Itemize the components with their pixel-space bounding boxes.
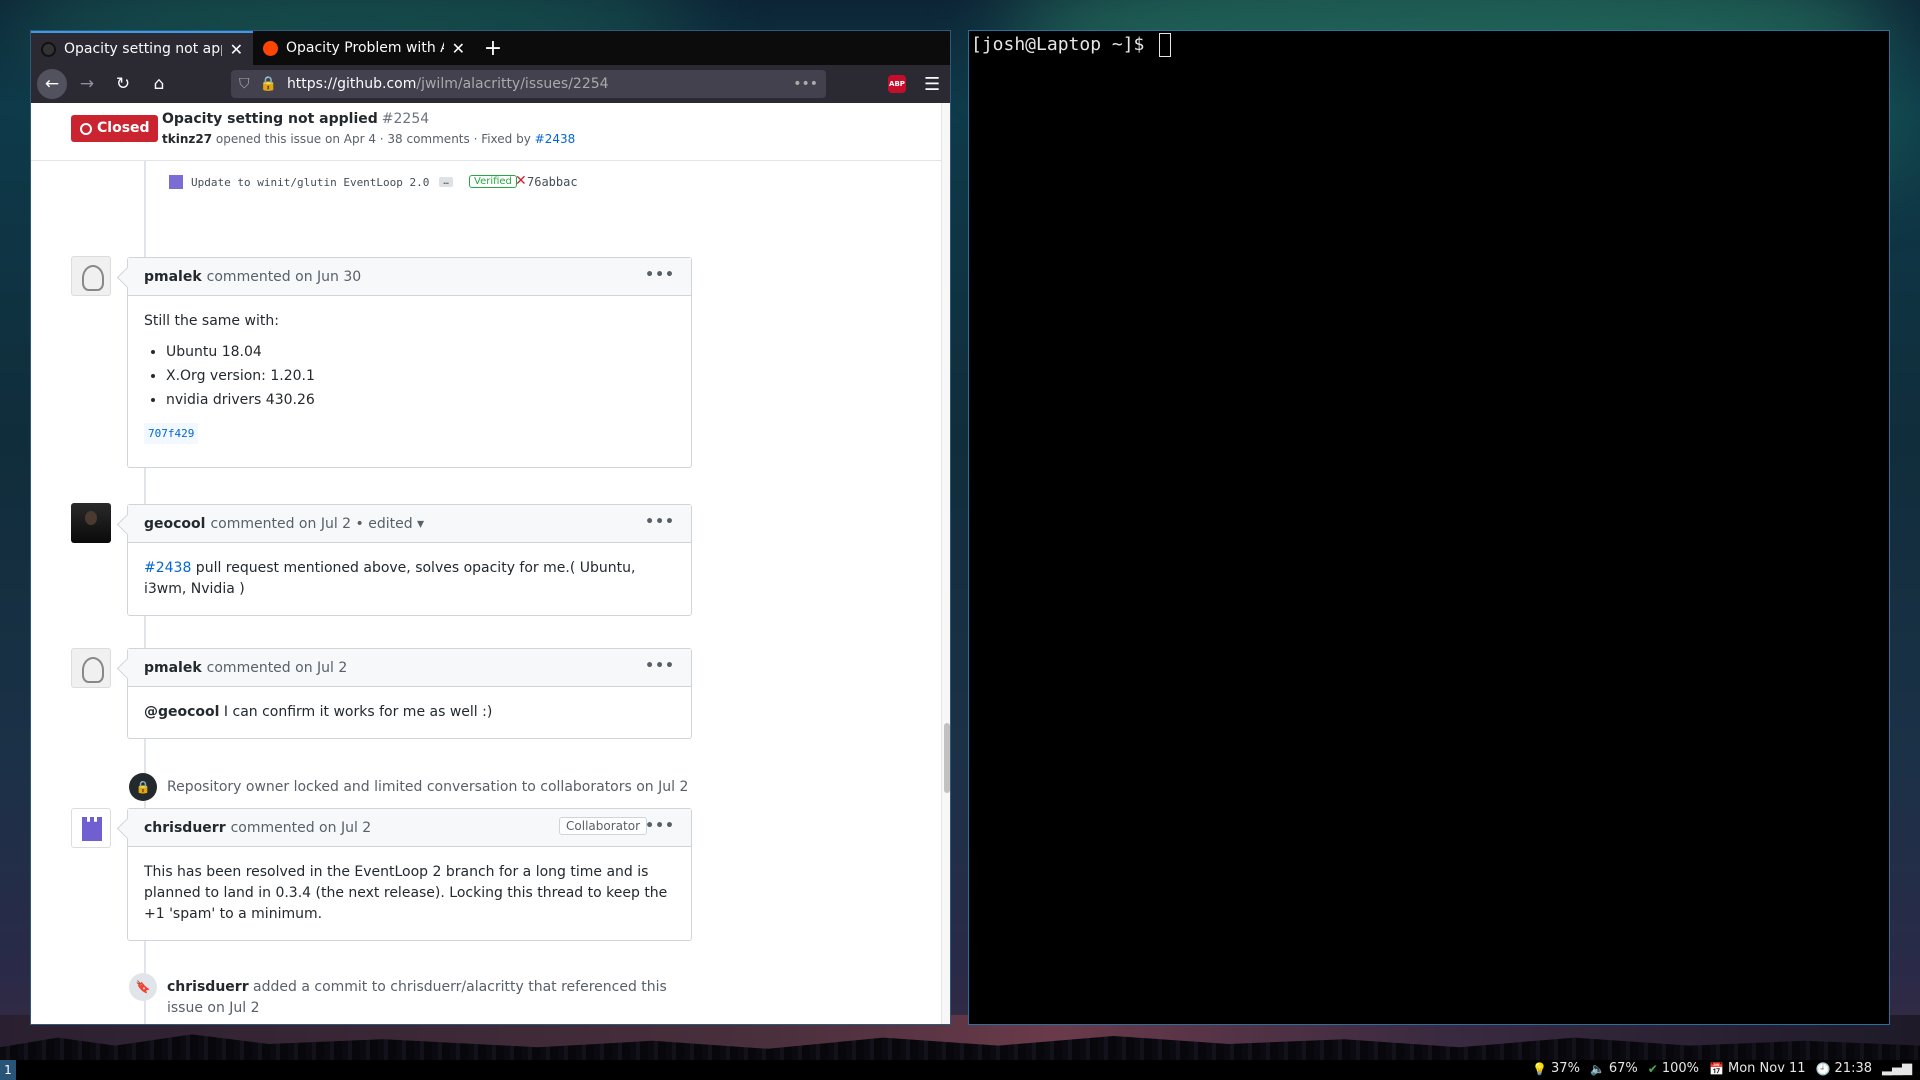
- terminal-prompt: [josh@Laptop ~]$: [971, 33, 1172, 57]
- github-icon: [41, 41, 56, 57]
- pull-request-link[interactable]: #2438: [144, 560, 191, 576]
- close-tab-icon[interactable]: ✕: [230, 40, 243, 59]
- comment-body: @geocool I can confirm it works for me a…: [144, 704, 493, 720]
- fixed-by-link[interactable]: #2438: [535, 132, 576, 146]
- calendar-icon: 📅: [1709, 1061, 1724, 1076]
- commit-message[interactable]: Update to winit/glutin EventLoop 2.0: [191, 176, 429, 189]
- lock-icon[interactable]: 🔒: [260, 76, 277, 92]
- comment-body: This has been resolved in the EventLoop …: [144, 864, 668, 922]
- lock-icon: 🔒: [129, 773, 157, 801]
- brightness-status: 💡 37%: [1532, 1061, 1580, 1076]
- tab-reddit[interactable]: Opacity Problem with Al ✕: [253, 31, 475, 65]
- scrollbar[interactable]: [941, 103, 950, 1024]
- tab-github-issue[interactable]: Opacity setting not applie ✕: [31, 31, 253, 65]
- comment-header: pmalek commented on Jul 2 •••: [128, 649, 691, 687]
- time-status: 🕘 21:38: [1815, 1061, 1872, 1076]
- comment-header: geocool commented on Jul 2 • edited ▾ ••…: [128, 505, 691, 543]
- workspace-button[interactable]: 1: [0, 1060, 16, 1080]
- tab-title: Opacity Problem with Al: [286, 40, 444, 56]
- status-bar: 1 💡 37% 🔈 67% ✔ 100% 📅 Mon Nov 11 🕘 21:38 ▂▄▆: [0, 1060, 1920, 1080]
- new-tab-button[interactable]: +: [475, 31, 511, 65]
- comment-body: Still the same with: Ubuntu 18.04 X.Org …: [128, 296, 691, 459]
- comment-options-button[interactable]: •••: [645, 514, 675, 530]
- comment-timestamp[interactable]: commented on Jul 2: [231, 820, 372, 836]
- comment: pmalek commented on Jul 2 ••• @geocool I…: [127, 648, 692, 739]
- comment-author[interactable]: pmalek: [144, 269, 202, 285]
- verified-badge[interactable]: Verified: [469, 175, 517, 188]
- user-mention[interactable]: @geocool: [144, 704, 219, 720]
- comment: pmalek commented on Jun 30 ••• Still the…: [127, 257, 692, 468]
- reload-button[interactable]: ↻: [107, 69, 139, 99]
- issue-closed-icon: [80, 123, 92, 135]
- comment-options-button[interactable]: •••: [645, 818, 675, 834]
- terminal-cursor: [1159, 33, 1172, 57]
- comment: geocool commented on Jul 2 • edited ▾ ••…: [127, 504, 692, 616]
- comment-author[interactable]: pmalek: [144, 660, 202, 676]
- browser-window: Opacity setting not applie ✕ Opacity Pro…: [30, 30, 951, 1025]
- commit-sha[interactable]: 76abbac: [527, 175, 578, 189]
- lock-event: 🔒 Repository owner locked and limited co…: [129, 773, 688, 801]
- collaborator-badge: Collaborator: [559, 817, 647, 835]
- issue-sticky-header: Closed Opacity setting not applied #2254 …: [31, 103, 941, 161]
- comment-header: chrisduerr commented on Jul 2 Collaborat…: [128, 809, 691, 847]
- comment-timestamp[interactable]: commented on Jul 2: [207, 660, 348, 676]
- comment-author[interactable]: geocool: [144, 516, 205, 532]
- comment-options-button[interactable]: •••: [645, 658, 675, 674]
- volume-status: 🔈 67%: [1589, 1061, 1638, 1076]
- event-author[interactable]: chrisduerr: [167, 979, 249, 995]
- forward-button[interactable]: →: [71, 69, 103, 99]
- avatar[interactable]: [71, 648, 111, 688]
- comment-timestamp[interactable]: commented on Jun 30: [207, 269, 362, 285]
- bulb-icon: 💡: [1532, 1061, 1548, 1076]
- comment: chrisduerr commented on Jul 2 Collaborat…: [127, 808, 692, 941]
- home-button[interactable]: ⌂: [143, 69, 175, 99]
- shield-icon[interactable]: ⛉: [239, 76, 250, 92]
- comment-header: pmalek commented on Jun 30 •••: [128, 258, 691, 296]
- battery-status: ✔ 100%: [1647, 1061, 1700, 1076]
- terminal-window[interactable]: [josh@Laptop ~]$: [968, 30, 1890, 1025]
- comment-author[interactable]: chrisduerr: [144, 820, 226, 836]
- comment-timestamp[interactable]: commented on Jul 2 • edited ▾: [210, 516, 424, 532]
- url-text[interactable]: https://github.com/jwilm/alacritty/issue…: [287, 76, 783, 92]
- back-button[interactable]: ←: [37, 69, 67, 99]
- nav-bar: ← → ↻ ⌂ ⛉ 🔒 https://github.com/jwilm/ala…: [31, 65, 950, 103]
- close-tab-icon[interactable]: ✕: [452, 39, 465, 58]
- scrollbar-thumb[interactable]: [944, 723, 950, 793]
- check-icon: ✔: [1647, 1061, 1658, 1076]
- issue-meta: tkinz27 opened this issue on Apr 4 · 38 …: [162, 132, 576, 146]
- expand-commit-button[interactable]: …: [439, 177, 453, 187]
- comment-list: Ubuntu 18.04 X.Org version: 1.20.1 nvidi…: [166, 342, 675, 411]
- menu-button[interactable]: ☰: [924, 74, 940, 95]
- clock-icon: 🕘: [1815, 1061, 1831, 1076]
- adblock-icon[interactable]: ABP: [888, 75, 906, 93]
- page-actions-button[interactable]: •••: [793, 76, 818, 92]
- reddit-icon: [263, 40, 278, 56]
- check-failed-icon[interactable]: ✕: [515, 173, 527, 189]
- page-content: Closed Opacity setting not applied #2254 …: [31, 103, 950, 1024]
- tab-bar: Opacity setting not applie ✕ Opacity Pro…: [31, 31, 950, 65]
- avatar[interactable]: [71, 256, 111, 296]
- comment-options-button[interactable]: •••: [645, 267, 675, 283]
- issue-author-link[interactable]: tkinz27: [162, 132, 212, 146]
- bookmark-icon: 🔖: [129, 973, 157, 1001]
- commit-event: 🔖 chrisduerr added a commit to chrisduer…: [129, 973, 699, 1019]
- speaker-icon: 🔈: [1589, 1061, 1605, 1076]
- commit-avatar-icon: [169, 175, 183, 189]
- avatar[interactable]: [71, 808, 111, 848]
- signal-icon: ▂▄▆: [1882, 1061, 1912, 1076]
- tab-title: Opacity setting not applie: [64, 41, 222, 57]
- issue-title[interactable]: Opacity setting not applied #2254: [162, 111, 429, 127]
- avatar[interactable]: [71, 503, 111, 543]
- commit-sha-chip[interactable]: 707f429: [144, 423, 199, 444]
- url-bar[interactable]: ⛉ 🔒 https://github.com/jwilm/alacritty/i…: [231, 70, 826, 98]
- comment-body: #2438 pull request mentioned above, solv…: [144, 560, 636, 597]
- status-badge: Closed: [71, 115, 158, 142]
- date-status: 📅 Mon Nov 11: [1709, 1061, 1806, 1076]
